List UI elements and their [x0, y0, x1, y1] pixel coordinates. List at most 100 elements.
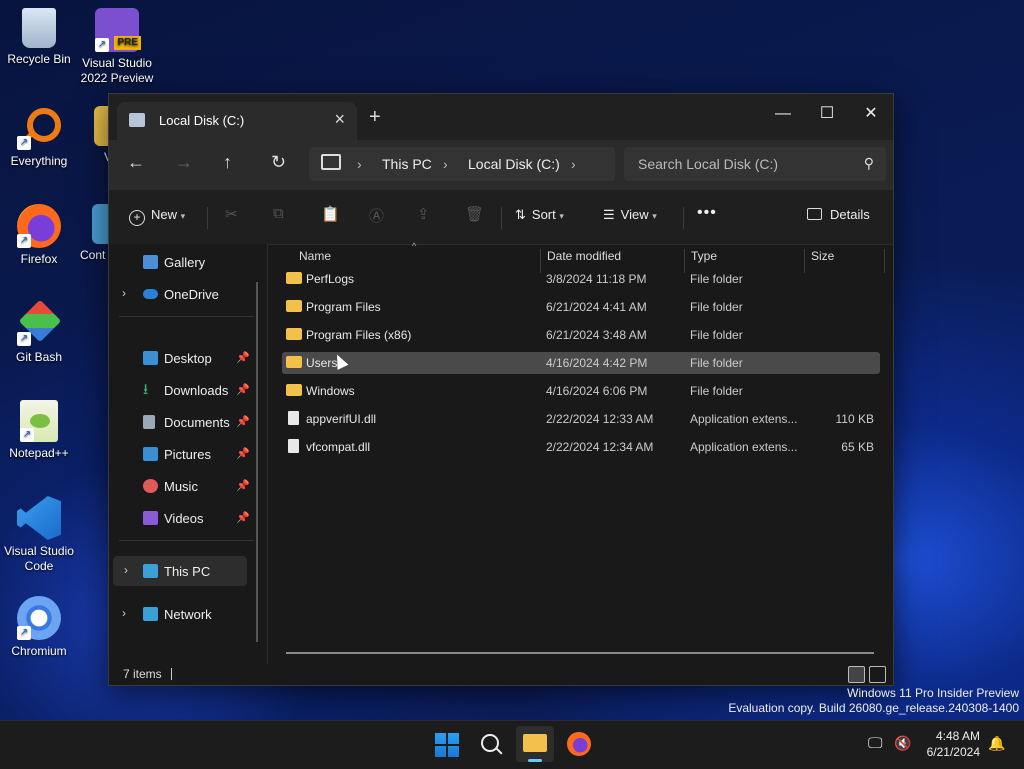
desktop-icon-chromium[interactable]: ↗ Chromium [0, 596, 78, 659]
file-type: File folder [690, 300, 743, 314]
file-size: 65 KB [841, 440, 874, 454]
desktop-icon-partial-control-panel[interactable]: Cont [78, 204, 108, 263]
file-row-vfcompat-dll[interactable]: vfcompat.dll 2/22/2024 12:34 AM Applicat… [282, 436, 880, 458]
status-divider [171, 668, 172, 680]
sort-button[interactable]: ⇅ Sort ▾ [515, 207, 564, 223]
start-button[interactable] [432, 729, 462, 759]
desktop-icon [143, 351, 158, 365]
volume-muted-icon[interactable]: 🔇 [894, 735, 911, 752]
sidebar-item-label: Music [164, 479, 198, 494]
sidebar-item-videos[interactable]: Videos 📌 [111, 503, 250, 533]
folder-icon [523, 734, 547, 752]
shortcut-arrow-icon: ↗ [17, 332, 31, 346]
forward-arrow-icon[interactable]: → [175, 152, 193, 173]
breadcrumb[interactable]: › This PC › Local Disk (C:) › [309, 147, 615, 181]
chevron-right-icon[interactable]: › [122, 606, 126, 620]
desktop-icon-label: Cont [80, 248, 106, 262]
breadcrumb-local-disk[interactable]: Local Disk (C:) [468, 156, 560, 172]
search-button[interactable] [476, 729, 506, 759]
search-box[interactable]: Search Local Disk (C:) ⚲ [624, 147, 886, 181]
new-button[interactable]: + New ▾ [129, 207, 185, 226]
pin-icon: 📌 [236, 512, 250, 524]
sidebar-item-pictures[interactable]: Pictures 📌 [111, 439, 250, 469]
plus-circle-icon: + [129, 210, 145, 226]
file-name: Program Files [306, 300, 381, 314]
pin-icon: 📌 [236, 352, 250, 364]
navigation-pane: Gallery › OneDrive Desktop 📌 ⭳ Downloads… [109, 244, 267, 664]
desktop-icon-firefox[interactable]: ↗ Firefox [0, 204, 78, 267]
refresh-icon[interactable]: ↻ [271, 152, 286, 173]
file-row-users[interactable]: Users 4/16/2024 4:42 PM File folder [282, 352, 880, 374]
tab-local-disk[interactable]: Local Disk (C:) × [117, 102, 357, 140]
column-divider[interactable] [884, 249, 885, 273]
view-button[interactable]: ☰ View ▾ [603, 207, 657, 223]
sidebar-item-network[interactable]: › Network [111, 599, 247, 629]
network-tray-icon[interactable]: 🖵 [868, 735, 882, 752]
desktop-icon-label: Firefox [20, 252, 58, 266]
close-tab-icon[interactable]: × [334, 109, 345, 130]
firefox-taskbar-button[interactable] [564, 729, 594, 759]
clock-time[interactable]: 4:48 AM [920, 729, 980, 743]
divider [119, 316, 254, 317]
desktop-icon-label: Recycle Bin [7, 52, 71, 66]
sidebar-item-downloads[interactable]: ⭳ Downloads 📌 [111, 375, 250, 405]
column-size[interactable]: Size [811, 249, 834, 263]
new-tab-button[interactable]: + [369, 106, 381, 129]
desktop-icon-partial-folder[interactable]: V [78, 106, 108, 165]
details-button[interactable]: Details [807, 207, 870, 222]
close-window-button[interactable]: ✕ [849, 100, 893, 128]
up-arrow-icon[interactable]: ↑ [223, 152, 232, 173]
copy-icon[interactable]: ⧉ [273, 205, 284, 222]
drive-icon [129, 113, 145, 127]
file-row-windows[interactable]: Windows 4/16/2024 6:06 PM File folder [282, 380, 880, 402]
rename-icon[interactable]: Ⓐ [369, 205, 384, 226]
maximize-button[interactable]: ☐ [805, 100, 849, 128]
sidebar-item-documents[interactable]: Documents 📌 [111, 407, 250, 437]
desktop-icon-git-bash[interactable]: ↗ Git Bash [0, 299, 78, 365]
desktop-icon-recycle-bin[interactable]: Recycle Bin [0, 8, 78, 67]
sidebar-item-gallery[interactable]: Gallery [111, 247, 247, 277]
column-type[interactable]: Type [691, 249, 717, 263]
minimize-button[interactable]: — [761, 100, 805, 128]
download-icon: ⭳ [143, 381, 149, 398]
folder-icon [286, 328, 302, 340]
file-explorer-taskbar-button[interactable] [516, 726, 554, 762]
chevron-down-icon: ▾ [180, 211, 186, 221]
desktop-icon-everything[interactable]: ↗ Everything [0, 106, 78, 169]
file-date: 4/16/2024 4:42 PM [546, 356, 648, 370]
sidebar-item-this-pc[interactable]: › This PC [113, 556, 247, 586]
desktop-icon-notepad-plus-plus[interactable]: ↗ Notepad++ [0, 400, 78, 461]
horizontal-scrollbar[interactable] [286, 652, 874, 654]
file-row-program-files[interactable]: Program Files 6/21/2024 4:41 AM File fol… [282, 296, 880, 318]
cut-icon[interactable]: ✂ [225, 205, 238, 223]
delete-icon[interactable]: 🗑 [465, 205, 484, 223]
clock-date[interactable]: 6/21/2024 [920, 745, 980, 759]
search-input[interactable]: Search Local Disk (C:) [638, 156, 778, 172]
tiles-view-icon[interactable] [869, 666, 886, 683]
paste-icon[interactable]: 📋 [321, 205, 340, 223]
sidebar-item-desktop[interactable]: Desktop 📌 [111, 343, 250, 373]
sidebar-item-music[interactable]: Music 📌 [111, 471, 250, 501]
column-date-modified[interactable]: Date modified [547, 249, 621, 263]
notification-bell-icon[interactable]: 🔔 [988, 735, 1005, 752]
chevron-right-icon[interactable]: › [571, 156, 576, 172]
chevron-right-icon[interactable]: › [124, 563, 128, 577]
watermark-edition: Windows 11 Pro Insider Preview [847, 686, 1019, 700]
desktop-icon-visual-studio-preview[interactable]: PRE ↗ Visual Studio 2022 Preview [78, 8, 156, 86]
chevron-right-icon[interactable]: › [122, 286, 126, 300]
breadcrumb-this-pc[interactable]: This PC [382, 156, 432, 172]
share-icon[interactable]: ⇪ [417, 205, 430, 223]
file-row-program-files-x86[interactable]: Program Files (x86) 6/21/2024 3:48 AM Fi… [282, 324, 880, 346]
firefox-icon [567, 732, 591, 756]
sidebar-item-onedrive[interactable]: › OneDrive [111, 279, 247, 309]
sidebar-scrollbar[interactable] [256, 282, 258, 642]
back-arrow-icon[interactable]: ← [127, 152, 145, 173]
column-name[interactable]: Name [299, 249, 331, 263]
file-row-perflogs[interactable]: PerfLogs 3/8/2024 11:18 PM File folder [282, 268, 880, 290]
file-row-appverifui-dll[interactable]: appverifUI.dll 2/22/2024 12:33 AM Applic… [282, 408, 880, 430]
desktop-icon-vscode[interactable]: Visual Studio Code [0, 496, 78, 574]
sidebar-item-label: Network [164, 607, 212, 622]
details-view-icon[interactable] [848, 666, 865, 683]
more-options-icon[interactable]: ••• [697, 204, 717, 222]
recycle-bin-icon [22, 8, 56, 48]
